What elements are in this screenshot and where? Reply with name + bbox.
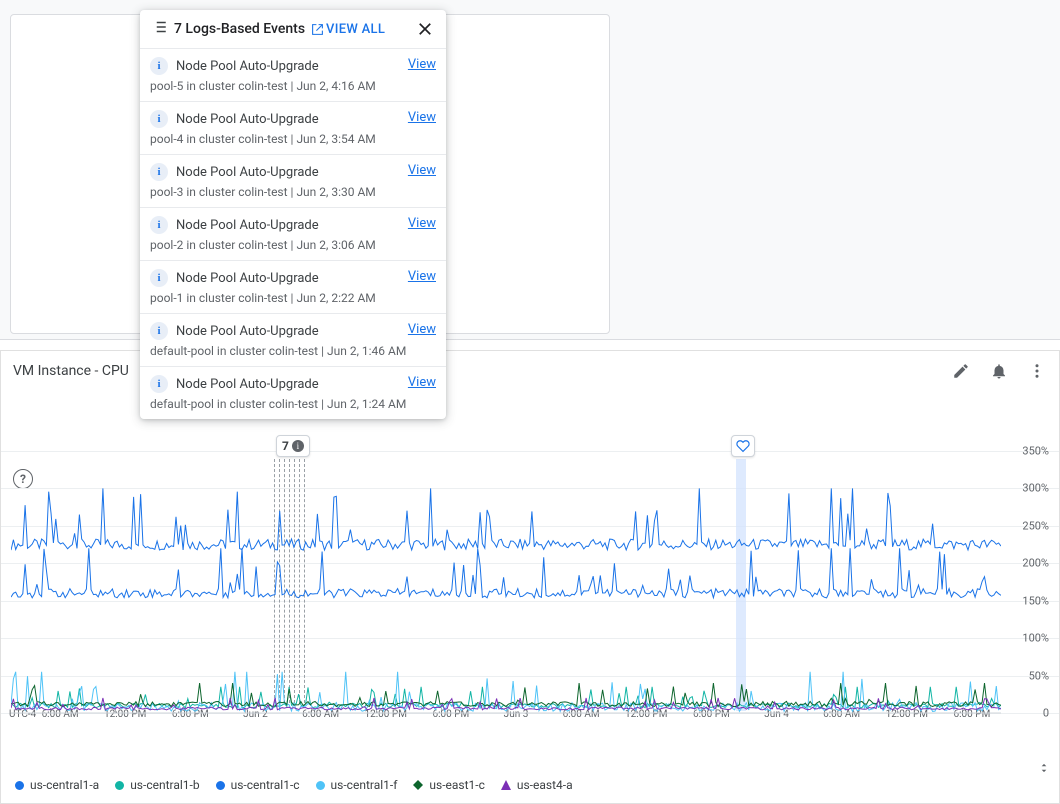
legend-swatch: [15, 781, 24, 790]
more-button[interactable]: [1027, 361, 1047, 381]
y-axis-label: 0: [1043, 707, 1049, 720]
event-view-link[interactable]: View: [408, 322, 436, 337]
y-axis-label: 200%: [1022, 557, 1049, 570]
popover-title: 7 Logs-Based Events: [174, 21, 305, 37]
event-view-link[interactable]: View: [408, 375, 436, 390]
event-description: pool-5 in cluster colin-test | Jun 2, 4:…: [150, 79, 436, 93]
event-view-link[interactable]: View: [408, 110, 436, 125]
legend-item[interactable]: us-central1-f: [316, 778, 398, 792]
series-line: [11, 488, 1001, 550]
event-row: i Node Pool Auto-Upgrade pool-3 in clust…: [140, 154, 446, 207]
more-vert-icon: [1028, 362, 1046, 380]
open-external-icon: [311, 23, 324, 36]
info-icon: i: [150, 322, 168, 340]
info-icon: i: [150, 375, 168, 393]
view-all-label: VIEW ALL: [326, 22, 385, 37]
event-description: pool-2 in cluster colin-test | Jun 2, 3:…: [150, 238, 436, 252]
events-count-badge[interactable]: 7 i: [276, 435, 310, 457]
y-axis-label: 50%: [1029, 669, 1049, 682]
close-icon: [416, 20, 434, 38]
event-view-link[interactable]: View: [408, 163, 436, 178]
event-title: Node Pool Auto-Upgrade: [176, 112, 319, 127]
chart-plot-svg: [11, 441, 1001, 723]
legend-label: us-central1-b: [130, 778, 199, 792]
y-axis-label: 350%: [1022, 445, 1049, 458]
unfold-icon: [1037, 759, 1051, 777]
chart-title: VM Instance - CPU: [13, 363, 129, 379]
y-axis-label: 100%: [1022, 632, 1049, 645]
close-button[interactable]: [414, 18, 436, 40]
legend-swatch: [216, 781, 225, 790]
event-title: Node Pool Auto-Upgrade: [176, 271, 319, 286]
y-axis-label: 250%: [1022, 519, 1049, 532]
view-all-link[interactable]: VIEW ALL: [311, 22, 385, 37]
event-view-link[interactable]: View: [408, 216, 436, 231]
pencil-icon: [952, 362, 970, 380]
legend-label: us-central1-c: [231, 778, 300, 792]
legend-swatch: [316, 781, 325, 790]
legend-swatch-triangle: [501, 780, 511, 790]
info-icon: i: [150, 216, 168, 234]
event-row: i Node Pool Auto-Upgrade pool-5 in clust…: [140, 48, 446, 101]
popover-header: 7 Logs-Based Events VIEW ALL: [140, 10, 446, 48]
logs-events-popover: 7 Logs-Based Events VIEW ALL i Node Pool…: [140, 10, 446, 419]
event-view-link[interactable]: View: [408, 269, 436, 284]
event-row: i Node Pool Auto-Upgrade default-pool in…: [140, 313, 446, 366]
legend-item[interactable]: us-central1-b: [115, 778, 199, 792]
legend-swatch-diamond: [413, 780, 423, 790]
event-description: default-pool in cluster colin-test | Jun…: [150, 344, 436, 358]
legend-label: us-east4-a: [517, 778, 573, 792]
events-count: 7: [282, 439, 289, 453]
event-row: i Node Pool Auto-Upgrade pool-1 in clust…: [140, 260, 446, 313]
expand-collapse-button[interactable]: [1037, 759, 1051, 777]
legend-item[interactable]: us-central1-c: [216, 778, 300, 792]
heart-icon: [736, 439, 750, 453]
legend-label: us-east1-c: [429, 778, 484, 792]
bell-icon: [990, 362, 1008, 380]
event-description: pool-4 in cluster colin-test | Jun 2, 3:…: [150, 132, 436, 146]
chart-body[interactable]: ? 7 i 050%100%150%200%250%300%350% UTC-4…: [1, 391, 1059, 761]
info-icon: i: [150, 110, 168, 128]
event-title: Node Pool Auto-Upgrade: [176, 59, 319, 74]
event-title: Node Pool Auto-Upgrade: [176, 377, 319, 392]
event-view-link[interactable]: View: [408, 57, 436, 72]
info-icon: i: [292, 440, 304, 452]
info-icon: i: [150, 163, 168, 181]
event-description: pool-3 in cluster colin-test | Jun 2, 3:…: [150, 185, 436, 199]
event-title: Node Pool Auto-Upgrade: [176, 165, 319, 180]
event-row: i Node Pool Auto-Upgrade pool-2 in clust…: [140, 207, 446, 260]
info-icon: i: [150, 57, 168, 75]
event-title: Node Pool Auto-Upgrade: [176, 218, 319, 233]
event-description: default-pool in cluster colin-test | Jun…: [150, 397, 436, 411]
series-line: [11, 548, 1001, 598]
alert-button[interactable]: [989, 361, 1009, 381]
y-axis-label: 150%: [1022, 594, 1049, 607]
legend-item[interactable]: us-east1-c: [413, 778, 484, 792]
event-description: pool-1 in cluster colin-test | Jun 2, 2:…: [150, 291, 436, 305]
legend-item[interactable]: us-central1-a: [15, 778, 99, 792]
chart-legend: us-central1-a us-central1-b us-central1-c u…: [15, 773, 573, 797]
y-axis-label: 300%: [1022, 482, 1049, 495]
legend-label: us-central1-a: [30, 778, 99, 792]
event-row: i Node Pool Auto-Upgrade pool-4 in clust…: [140, 101, 446, 154]
legend-item[interactable]: us-east4-a: [501, 778, 573, 792]
legend-swatch: [115, 781, 124, 790]
event-row: i Node Pool Auto-Upgrade default-pool in…: [140, 366, 446, 419]
edit-button[interactable]: [951, 361, 971, 381]
event-title: Node Pool Auto-Upgrade: [176, 324, 319, 339]
heart-badge[interactable]: [731, 435, 755, 457]
legend-label: us-central1-f: [331, 778, 398, 792]
chart-actions: [951, 361, 1047, 381]
info-icon: i: [150, 269, 168, 287]
list-icon: [150, 18, 168, 40]
